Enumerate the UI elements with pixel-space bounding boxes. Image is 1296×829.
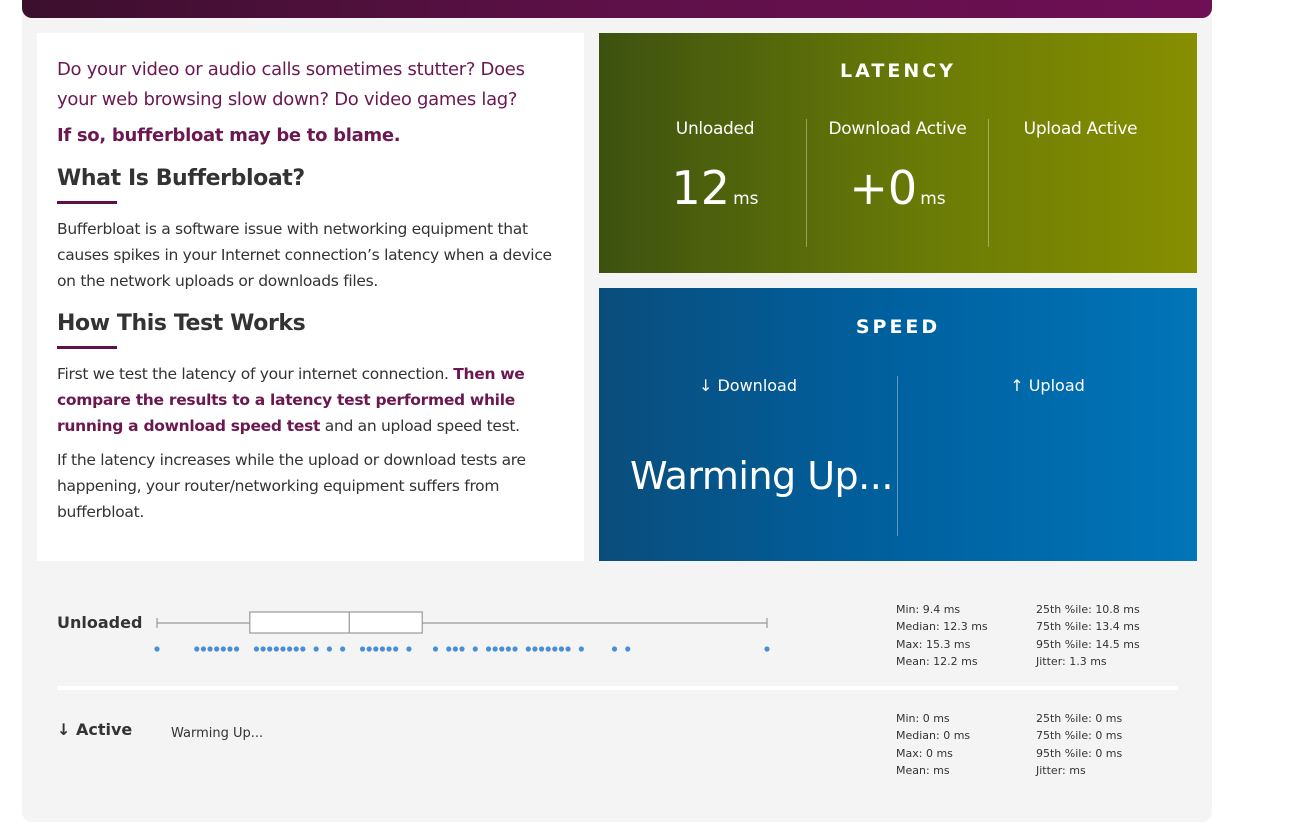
latency-download-active: Download Active +0 ms xyxy=(807,119,988,215)
speed-download-label: ↓ Download xyxy=(698,376,798,395)
latency-card: LATENCY Unloaded 12 ms Download Active +0… xyxy=(599,33,1197,273)
latency-upload-active: Upload Active xyxy=(989,119,1172,139)
how-text-end: and an upload speed test. xyxy=(320,417,520,435)
stat-p95: 95th %ile: 0 ms xyxy=(1036,746,1123,760)
latency-download-reading: +0 ms xyxy=(807,161,988,215)
latency-download-value: +0 xyxy=(849,161,918,215)
speed-title: SPEED xyxy=(855,316,941,338)
stat-min: Min: 0 ms xyxy=(896,712,950,725)
intro-blame: If so, bufferbloat may be to blame. xyxy=(57,125,401,146)
speed-card: SPEED ↓ Download ↑ Upload Warming Up... xyxy=(599,288,1197,561)
how-heading: How This Test Works xyxy=(57,311,306,336)
latency-unit: ms xyxy=(733,189,759,209)
stat-mean: Mean: ms xyxy=(896,763,950,777)
active-row-label: ↓ Active xyxy=(57,720,133,739)
stat-p25: 25th %ile: 10.8 ms xyxy=(1036,603,1140,616)
row-divider xyxy=(57,686,1178,690)
latency-unloaded-value: 12 xyxy=(671,161,731,215)
stat-jitter: Jitter: 1.3 ms xyxy=(1036,654,1107,668)
stat-p25: 25th %ile: 0 ms xyxy=(1036,712,1123,725)
stat-p95: 95th %ile: 14.5 ms xyxy=(1036,637,1140,651)
speed-separator xyxy=(897,376,898,536)
latency-unloaded: Unloaded 12 ms xyxy=(623,119,807,215)
latency-download-label: Download Active xyxy=(828,119,967,139)
stat-min: Min: 9.4 ms xyxy=(896,603,961,616)
unloaded-row-label: Unloaded xyxy=(57,613,143,632)
intro-question: Do your video or audio calls sometimes s… xyxy=(57,59,525,110)
speed-upload-label: ↑ Upload xyxy=(1010,376,1085,395)
stat-max: Max: 0 ms xyxy=(896,746,953,760)
active-stats-right: 25th %ile: 0 ms 75th %ile: 0 ms 95th %il… xyxy=(1036,710,1122,779)
latency-unit: ms xyxy=(920,189,946,209)
info-card: Do your video or audio calls sometimes s… xyxy=(37,33,584,561)
active-row-status: Warming Up... xyxy=(171,726,264,741)
latency-unloaded-reading: 12 ms xyxy=(623,161,807,215)
latency-upload-label: Upload Active xyxy=(1023,119,1138,139)
unloaded-stats-left: Min: 9.4 ms Median: 12.3 ms Max: 15.3 ms… xyxy=(896,601,988,670)
stat-max: Max: 15.3 ms xyxy=(896,637,971,651)
how-paragraph-1: First we test the latency of your intern… xyxy=(57,361,564,439)
stat-median: Median: 12.3 ms xyxy=(896,620,988,634)
what-heading: What Is Bufferbloat? xyxy=(57,166,305,191)
latency-unloaded-label: Unloaded xyxy=(675,119,755,139)
speed-status: Warming Up... xyxy=(630,454,893,498)
heading-underline xyxy=(57,201,117,204)
stat-p75: 75th %ile: 13.4 ms xyxy=(1036,620,1140,634)
active-stats-left: Min: 0 ms Median: 0 ms Max: 0 ms Mean: m… xyxy=(896,710,970,779)
unloaded-stats-right: 25th %ile: 10.8 ms 75th %ile: 13.4 ms 95… xyxy=(1036,601,1140,670)
stat-median: Median: 0 ms xyxy=(896,729,971,743)
how-text-start: First we test the latency of your intern… xyxy=(57,365,454,383)
stat-p75: 75th %ile: 0 ms xyxy=(1036,729,1123,743)
stat-mean: Mean: 12.2 ms xyxy=(896,654,978,668)
stat-jitter: Jitter: ms xyxy=(1036,763,1086,777)
how-paragraph-2: If the latency increases while the uploa… xyxy=(57,451,526,521)
latency-title: LATENCY xyxy=(840,60,956,82)
what-text: Bufferbloat is a software issue with net… xyxy=(57,220,552,290)
heading-underline xyxy=(57,346,117,349)
top-accent-bar xyxy=(22,0,1212,18)
